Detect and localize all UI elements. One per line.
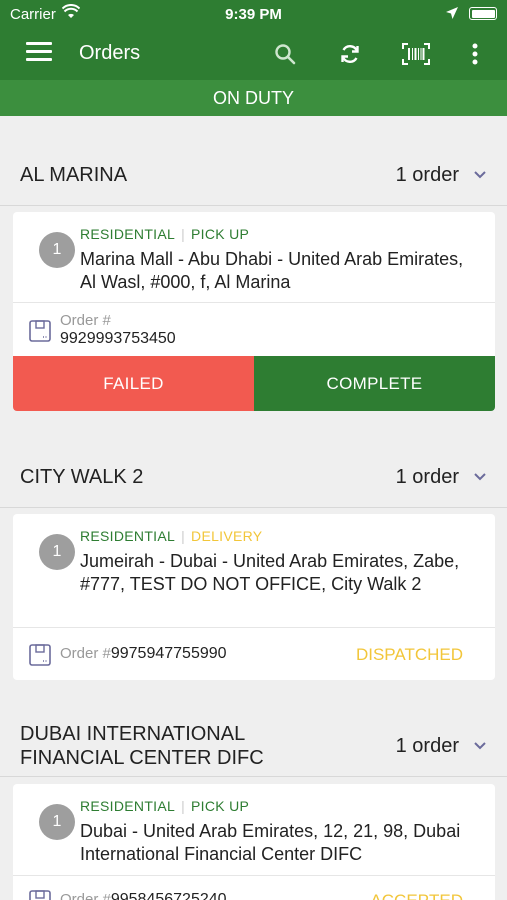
divider (13, 302, 495, 303)
location-arrow-icon (445, 6, 459, 24)
status-badge: ACCEPTED (370, 891, 463, 900)
barcode-scan-icon[interactable] (402, 40, 430, 68)
order-number: 9929993753450 (60, 330, 176, 347)
order-tags: RESIDENTIAL | PICK UP (80, 226, 250, 242)
type-tag: RESIDENTIAL (80, 528, 176, 544)
more-vertical-icon[interactable] (461, 40, 489, 68)
section-name: AL MARINA (20, 164, 128, 186)
package-icon (29, 644, 51, 666)
order-card[interactable]: 1 RESIDENTIAL | DELIVERY Jumeirah - Dubai … (13, 514, 495, 680)
order-address: Marina Mall - Abu Dhabi - United Arab Em… (80, 249, 464, 292)
order-line: Order #9958456725240 (60, 891, 227, 900)
mode-tag: PICK UP (191, 798, 250, 814)
order-number: 9958456725240 (110, 891, 227, 900)
order-tags: RESIDENTIAL | DELIVERY (80, 528, 263, 544)
battery-icon (469, 7, 497, 20)
divider (13, 627, 495, 628)
order-number: 9975947755990 (110, 645, 227, 662)
chevron-down-icon[interactable] (473, 739, 487, 753)
order-count: 1 order (395, 465, 459, 488)
order-address: Jumeirah - Dubai - United Arab Emirates,… (80, 551, 460, 594)
type-tag: RESIDENTIAL (80, 798, 176, 814)
chevron-down-icon[interactable] (473, 168, 487, 182)
app-bar: Orders (0, 28, 507, 80)
mode-tag: DELIVERY (191, 528, 263, 544)
package-icon (29, 890, 51, 900)
section-header-city-walk-2[interactable]: CITY WALK 2 1 order (0, 452, 507, 502)
section-count: 1 order (396, 164, 487, 187)
chevron-down-icon[interactable] (473, 470, 487, 484)
divider (13, 875, 495, 876)
menu-icon[interactable] (26, 42, 52, 64)
type-tag: RESIDENTIAL (80, 226, 176, 242)
divider (0, 507, 507, 508)
divider (0, 205, 507, 206)
page-title: Orders (79, 42, 141, 64)
order-tags: RESIDENTIAL | PICK UP (80, 798, 250, 814)
order-label: Order # (60, 891, 111, 900)
duty-status-banner[interactable]: ON DUTY (0, 80, 507, 116)
order-label: Order # (60, 645, 111, 662)
order-label: Order # (60, 312, 111, 329)
complete-button[interactable]: COMPLETE (254, 356, 495, 411)
stop-number-badge: 1 (39, 534, 75, 570)
failed-button[interactable]: FAILED (13, 356, 254, 411)
divider (0, 776, 507, 777)
stop-number-badge: 1 (39, 232, 75, 268)
order-count: 1 order (395, 734, 459, 757)
order-address: Dubai - United Arab Emirates, 12, 21, 98… (80, 821, 461, 864)
status-bar: Carrier 9:39 PM (0, 0, 507, 28)
search-icon[interactable] (271, 40, 299, 68)
section-header-difc[interactable]: DUBAI INTERNATIONAL FINANCIAL CENTER DIF… (0, 720, 507, 772)
section-name: DUBAI INTERNATIONAL FINANCIAL CENTER DIF… (20, 723, 264, 769)
order-card[interactable]: 1 RESIDENTIAL | PICK UP Dubai - United Ara… (13, 784, 495, 900)
section-count: 1 order (396, 735, 487, 758)
stop-number-badge: 1 (39, 804, 75, 840)
section-count: 1 order (396, 466, 487, 489)
package-icon (29, 320, 51, 342)
order-line: Order #9975947755990 (60, 645, 227, 663)
clock: 9:39 PM (225, 6, 282, 23)
section-name: CITY WALK 2 (20, 466, 144, 488)
section-header-al-marina[interactable]: AL MARINA 1 order (0, 150, 507, 200)
order-count: 1 order (395, 163, 459, 186)
mode-tag: PICK UP (191, 226, 250, 242)
refresh-icon[interactable] (336, 40, 364, 68)
status-badge: DISPATCHED (355, 645, 463, 664)
